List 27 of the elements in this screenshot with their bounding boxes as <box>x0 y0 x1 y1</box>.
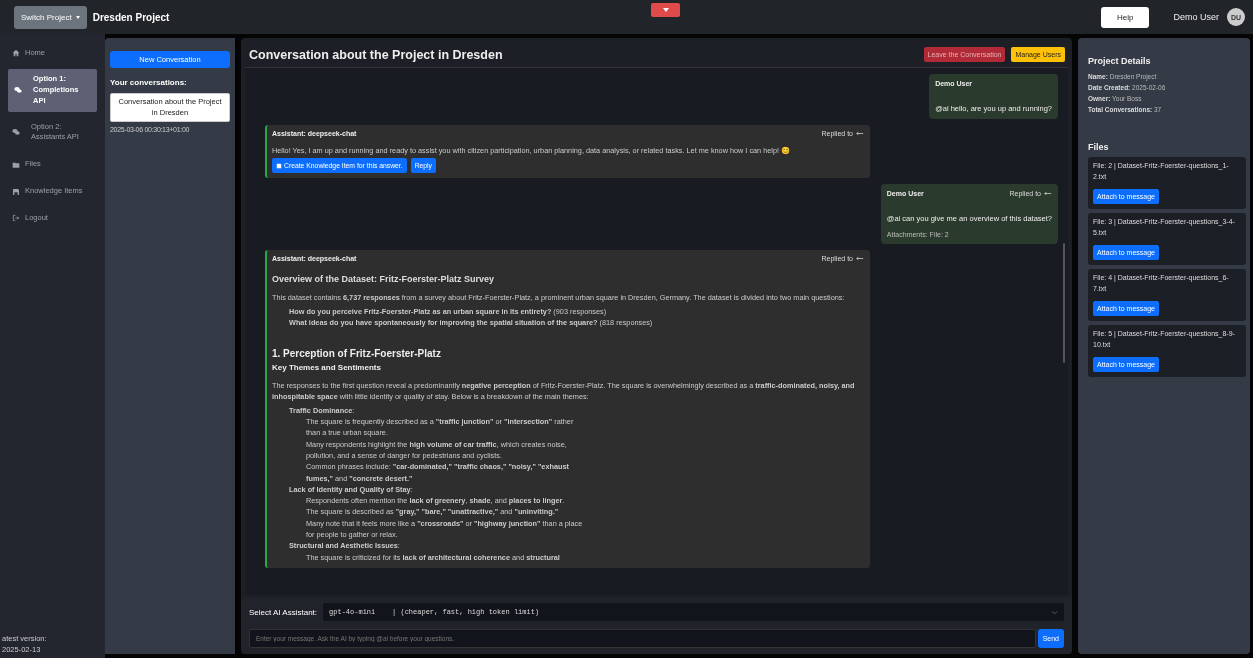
collapse-toggle-button[interactable] <box>651 3 680 17</box>
conversation-title: Conversation about the Project in Dresden <box>249 47 503 62</box>
folder-icon <box>12 160 20 169</box>
project-details-heading: Project Details <box>1088 56 1152 66</box>
assistant-select-label: Select AI Assistant: <box>249 607 318 617</box>
save-icon <box>12 187 20 196</box>
user-name: Demo User <box>1173 12 1219 22</box>
caret-icon <box>662 8 669 12</box>
conversations-heading: Your conversations: <box>110 78 188 87</box>
left-arrow-icon <box>856 256 864 262</box>
left-arrow-icon <box>1044 191 1052 197</box>
chevron-down-icon <box>1051 609 1058 615</box>
logout-icon <box>12 214 20 223</box>
home-icon <box>12 49 20 58</box>
chat-bubbles-icon <box>12 128 20 137</box>
chat-bubbles-icon <box>14 86 22 95</box>
caret-icon <box>75 15 80 19</box>
files-heading: Files <box>1088 142 1110 153</box>
help-button[interactable]: Help <box>1101 6 1150 28</box>
save-icon <box>276 162 282 169</box>
project-title: Dresden Project <box>92 11 170 23</box>
message-heading: Overview of the Dataset: Fritz-Foerster-Platz Survey <box>272 274 496 285</box>
message-subheading: Key Themes and Sentiments <box>272 363 382 373</box>
switch-project-button[interactable]: Switch Project <box>14 5 87 29</box>
message-heading: 1. Perception of Fritz-Foerster-Platz <box>272 348 442 360</box>
left-arrow-icon <box>856 131 864 136</box>
scrollbar-thumb[interactable] <box>1063 243 1065 363</box>
